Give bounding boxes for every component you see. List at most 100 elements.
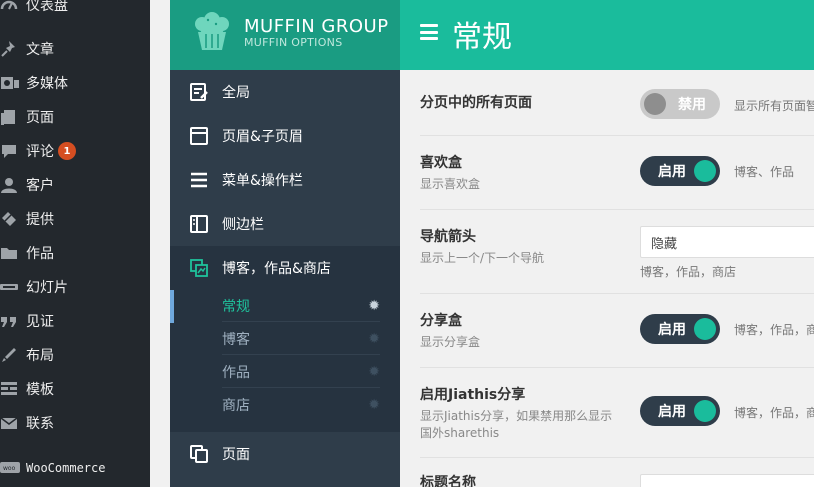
submenu-item-general[interactable]: 常规 ✹	[222, 290, 380, 322]
sidebar-icon	[188, 213, 210, 235]
wp-menu-media[interactable]: 多媒体	[0, 68, 150, 98]
template-icon	[0, 379, 22, 399]
edit-icon	[188, 81, 210, 103]
window-icon	[188, 125, 210, 147]
submenu-label: 作品	[222, 364, 250, 381]
wp-menu-layout[interactable]: 布局	[0, 340, 150, 370]
nav-header[interactable]: 页眉&子页眉	[170, 114, 400, 158]
select-value: 隐藏	[651, 236, 678, 252]
wp-menu-label: 模板	[26, 382, 54, 398]
wp-menu-label: 仪表盘	[26, 0, 68, 14]
jiathis-toggle[interactable]: 启用	[640, 396, 720, 426]
nav-label: 博客，作品&商店	[222, 261, 331, 277]
section-title: 常规	[452, 20, 512, 55]
submenu-item-portfolio[interactable]: 作品 ✹	[222, 356, 380, 388]
option-desc: 显示喜欢盒	[420, 177, 481, 191]
nav-global[interactable]: 全局	[170, 70, 400, 114]
pin-icon	[0, 39, 22, 59]
all-pages-toggle[interactable]: 禁用	[640, 89, 720, 119]
submenu-label: 博客	[222, 331, 250, 348]
option-label: 启用Jiathis分享	[420, 387, 526, 403]
nav-label: 全局	[222, 85, 250, 101]
wp-menu-contact[interactable]: 联系	[0, 408, 150, 438]
option-row-jiathis: 启用Jiathis分享 显示Jiathis分享，如果禁用那么显示国外sharet…	[420, 368, 814, 458]
option-row-all-pages: 分页中的所有页面 禁用 显示所有页面智	[420, 70, 814, 136]
wp-menu-label: 布局	[26, 348, 54, 364]
wp-menu-label: 客户	[26, 178, 54, 194]
nav-menu-action-bar[interactable]: 菜单&操作栏	[170, 158, 400, 202]
svg-text:woo: woo	[3, 465, 16, 472]
wp-menu-label: 联系	[26, 416, 54, 432]
wp-menu-pages[interactable]: 页面	[0, 102, 150, 132]
nav-label: 页眉&子页眉	[222, 129, 303, 145]
wp-menu-label: 幻灯片	[26, 280, 68, 296]
option-desc: 显示分享盒	[420, 335, 481, 349]
option-help: 博客，作品，商店	[640, 265, 737, 279]
toggle-knob	[694, 318, 716, 340]
gear-icon: ✹	[368, 330, 380, 347]
option-help: 博客，作品，商	[734, 323, 814, 337]
option-desc: 显示上一个/下一个导航	[420, 251, 545, 265]
option-help: 博客、作品	[734, 165, 795, 179]
submenu-blog-portfolio-shop: 常规 ✹ 博客 ✹ 作品 ✹ 商店 ✹	[170, 290, 400, 432]
toggle-knob	[644, 93, 666, 115]
toggle-label: 启用	[658, 322, 686, 338]
toggle-label: 禁用	[678, 97, 706, 113]
quote-icon	[0, 311, 22, 331]
wp-menu-dashboard[interactable]: 仪表盘	[0, 0, 150, 20]
muffin-options-nav: MUFFIN GROUP MUFFIN OPTIONS 全局 页眉&子页眉 菜单…	[170, 0, 400, 487]
option-row-share-box: 分享盒 显示分享盒 启用 博客，作品，商	[420, 294, 814, 368]
nav-label: 页面	[222, 447, 250, 463]
wp-menu-templates[interactable]: 模板	[0, 374, 150, 404]
active-submenu-marker	[170, 290, 174, 323]
comment-count-badge: 1	[58, 142, 76, 160]
slider-icon	[0, 277, 22, 297]
toggle-knob	[694, 400, 716, 422]
wp-menu-testimonials[interactable]: 见证	[0, 306, 150, 336]
user-icon	[0, 175, 22, 195]
blog-icon	[188, 257, 210, 279]
wp-menu-label: 多媒体	[26, 76, 68, 92]
nav-blog-portfolio-shop[interactable]: 博客，作品&商店	[170, 246, 400, 290]
nav-sidebar[interactable]: 侧边栏	[170, 202, 400, 246]
toggle-label: 启用	[658, 404, 686, 420]
wp-menu-woocommerce[interactable]: woo WooCommerce	[0, 453, 150, 483]
hamburger-icon[interactable]	[420, 24, 438, 40]
woo-icon: woo	[0, 458, 22, 478]
section-header: 常规	[400, 0, 814, 70]
love-box-toggle[interactable]: 启用	[640, 156, 720, 186]
wp-menu-posts[interactable]: 文章	[0, 34, 150, 64]
comment-icon	[0, 141, 22, 161]
nav-label: 菜单&操作栏	[222, 173, 303, 189]
wp-menu-slider[interactable]: 幻灯片	[0, 272, 150, 302]
wp-menu-comments[interactable]: 评论 1	[0, 136, 150, 166]
share-box-toggle[interactable]: 启用	[640, 314, 720, 344]
submenu-item-blog[interactable]: 博客 ✹	[222, 323, 380, 355]
options-content: 常规 分页中的所有页面 禁用 显示所有页面智 喜欢盒 显示喜欢盒 启用 博客、作…	[400, 0, 814, 487]
wp-menu-label: 作品	[26, 246, 54, 262]
menu-icon	[188, 169, 210, 191]
submenu-item-shop[interactable]: 商店 ✹	[222, 389, 380, 421]
wp-menu-clients[interactable]: 客户	[0, 170, 150, 200]
option-label: 导航箭头	[420, 229, 476, 245]
nav-pages[interactable]: 页面	[170, 432, 400, 476]
dashboard-icon	[0, 0, 22, 15]
wp-menu-label: 页面	[26, 110, 54, 126]
title-name-input[interactable]	[640, 474, 814, 487]
wp-menu-label: 评论	[26, 144, 54, 160]
folder-icon	[0, 243, 22, 263]
gear-icon: ✹	[368, 363, 380, 380]
option-label: 喜欢盒	[420, 155, 462, 171]
toggle-knob	[694, 160, 716, 182]
mail-icon	[0, 413, 22, 433]
gear-icon: ✹	[368, 397, 380, 413]
option-label: 分页中的所有页面	[420, 95, 532, 111]
wp-menu-label: 提供	[26, 212, 54, 228]
option-row-title-name: 标题名称	[420, 458, 814, 487]
wp-menu-label: 文章	[26, 42, 54, 58]
gear-icon: ✹	[368, 297, 380, 314]
option-help: 博客，作品，商	[734, 406, 814, 420]
wp-menu-offer[interactable]: 提供	[0, 204, 150, 234]
nav-arrows-select[interactable]: 隐藏	[640, 226, 814, 258]
wp-menu-portfolio[interactable]: 作品	[0, 238, 150, 268]
